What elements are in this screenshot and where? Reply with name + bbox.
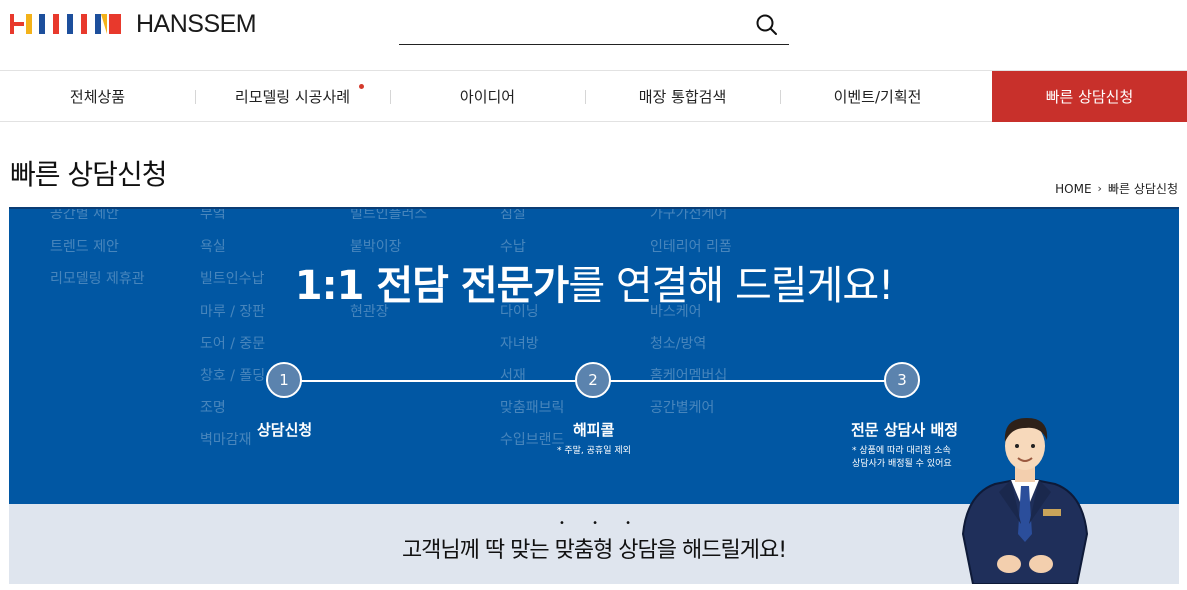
breadcrumb-current: 빠른 상담신청: [1107, 182, 1178, 196]
ghost-menu-item: 홈케어멤버십: [650, 368, 728, 384]
nav-item-label: 이벤트/기획전: [833, 88, 922, 106]
nav-item-store-search[interactable]: 매장 통합검색: [585, 71, 780, 122]
step-2-label: 해피콜: [573, 421, 615, 439]
step-3-note: * 상품에 따라 대리점 소속 상담사가 배정될 수 있어요: [852, 446, 952, 469]
nav-item-label: 전체상품: [69, 88, 126, 106]
ghost-menu-item: 청소/방역: [650, 336, 707, 352]
nav-item-label: 빠른 상담신청: [1045, 88, 1134, 106]
banner-headline: 1:1 전담 전문가를 연결해 드릴게요!: [9, 253, 1179, 311]
main-nav: 전체상품 리모델링 시공사례 아이디어 매장 통합검색 이벤트/기획전 빠른 상…: [0, 70, 1187, 122]
new-badge-dot: [359, 84, 364, 89]
nav-item-all-products[interactable]: 전체상품: [0, 71, 195, 122]
nav-item-quick-consult[interactable]: 빠른 상담신청: [992, 71, 1187, 122]
headline-rest: 를 연결해 드릴게요!: [568, 263, 894, 309]
emphasis-dots: • • •: [559, 518, 644, 529]
step-1-circle: 1: [266, 362, 302, 398]
step-1-label: 상담신청: [257, 421, 313, 439]
chevron-right-icon: ›: [1097, 182, 1102, 195]
ghost-menu-item: 수입브랜드: [500, 432, 565, 448]
site-header: HANSSEM: [0, 0, 1187, 70]
hanssem-logo[interactable]: HANSSEM: [10, 10, 257, 38]
logo-mark-icon: [10, 12, 128, 36]
ghost-menu-item: 공간별 제안: [50, 207, 119, 222]
headline-emphasis: 1:1 전담 전문가: [294, 263, 570, 309]
step-3-circle: 3: [884, 362, 920, 398]
nav-item-label: 매장 통합검색: [638, 88, 727, 106]
ghost-menu-item: 맞춤패브릭: [500, 400, 565, 416]
search-icon[interactable]: [755, 13, 779, 37]
ghost-menu-item: 침실: [500, 207, 526, 222]
search-bar: [399, 8, 789, 45]
breadcrumb-home[interactable]: HOME: [1055, 182, 1091, 196]
nav-item-events[interactable]: 이벤트/기획전: [780, 71, 975, 122]
ghost-menu-item: 빌트인플러스: [350, 207, 428, 222]
ghost-menu-item: 자녀방: [500, 336, 539, 352]
ghost-menu-item: 창호 / 폴딩: [200, 368, 266, 384]
step-2-note: * 주말, 공휴일 제외: [557, 446, 631, 456]
ghost-menu-item: 가구가전케어: [650, 207, 728, 222]
ghost-menu-item: 부엌: [200, 207, 226, 222]
nav-item-label: 아이디어: [459, 88, 516, 106]
ghost-menu-item: 공간별케어: [650, 400, 715, 416]
nav-item-label: 리모델링 시공사례: [234, 88, 351, 106]
brand-name: HANSSEM: [136, 10, 257, 38]
ghost-menu-item: 서재: [500, 368, 526, 384]
consultant-illustration: [955, 414, 1095, 585]
ghost-menu-item: 벽마감재: [200, 432, 252, 448]
nav-item-remodeling-cases[interactable]: 리모델링 시공사례: [195, 71, 390, 122]
step-2-circle: 2: [575, 362, 611, 398]
page-title: 빠른 상담신청: [10, 158, 167, 191]
ghost-menu-item: 조명: [200, 400, 226, 416]
nav-item-ideas[interactable]: 아이디어: [390, 71, 585, 122]
search-input[interactable]: [399, 8, 749, 42]
breadcrumb: HOME › 빠른 상담신청: [1055, 180, 1178, 197]
ghost-menu-item: 도어 / 중문: [200, 336, 266, 352]
step-3-label: 전문 상담사 배정: [851, 421, 959, 439]
